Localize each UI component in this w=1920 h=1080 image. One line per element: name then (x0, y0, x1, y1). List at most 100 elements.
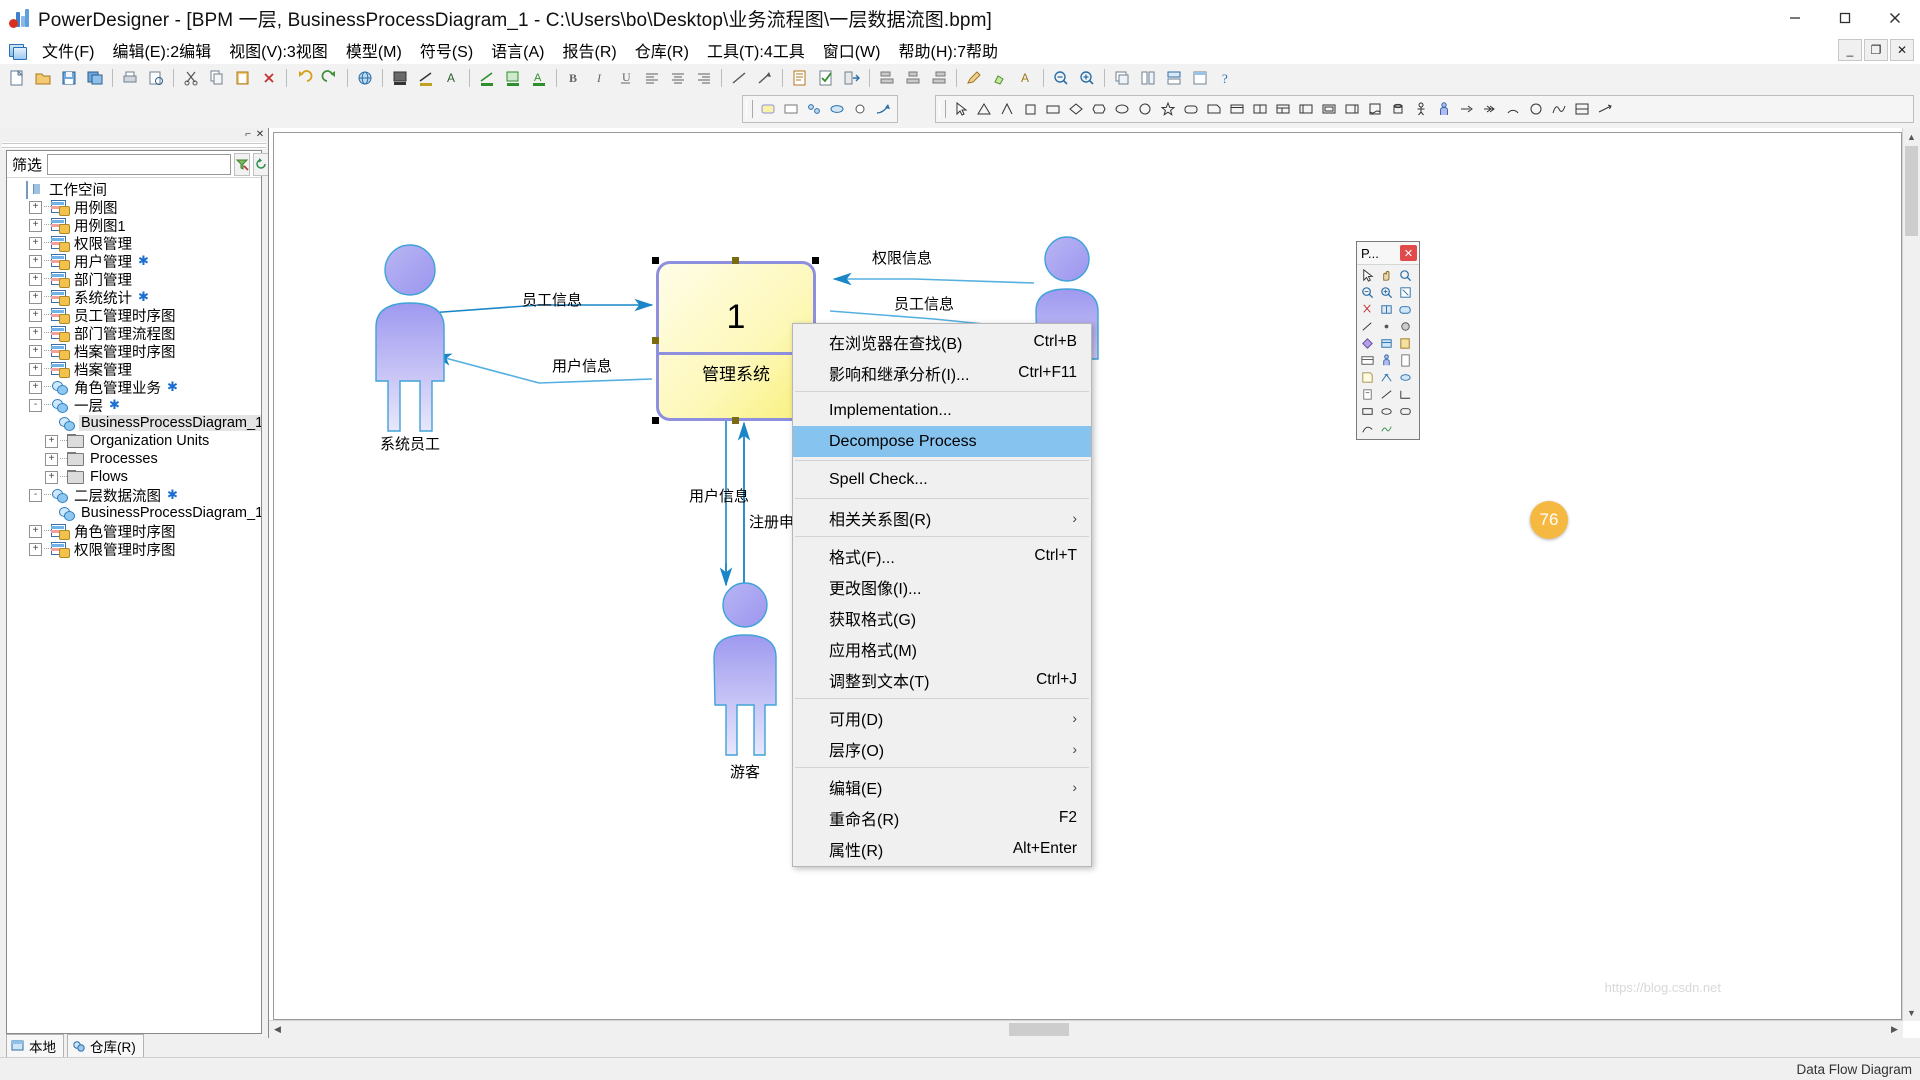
tree-item[interactable]: +用户管理✱ (7, 252, 261, 270)
copy-icon[interactable] (205, 66, 229, 90)
free-draw-icon[interactable] (1377, 420, 1396, 437)
floating-badge[interactable]: 76 (1530, 501, 1568, 539)
ellipse-icon[interactable] (1396, 369, 1415, 386)
person-icon[interactable] (1377, 352, 1396, 369)
tree-item[interactable]: +部门管理流程图 (7, 324, 261, 342)
tree-item[interactable]: +Processes (7, 450, 261, 468)
tree-item[interactable]: +Organization Units (7, 432, 261, 450)
ellipse-shape-icon[interactable] (1111, 98, 1133, 120)
panel-float-icon[interactable]: ⌐ (242, 129, 254, 141)
highlight-icon[interactable] (988, 66, 1012, 90)
arrow-tool-icon[interactable] (753, 66, 777, 90)
pointer-icon[interactable] (1358, 267, 1377, 284)
curve-icon[interactable] (1358, 420, 1377, 437)
tree-expander-icon[interactable]: + (45, 435, 58, 448)
shapes-palette-grip[interactable] (939, 100, 946, 118)
paste-icon[interactable] (231, 66, 255, 90)
context-menu-item[interactable]: 调整到文本(T)Ctrl+J (793, 664, 1091, 695)
canvas-vertical-scrollbar[interactable]: ▲ ▼ (1902, 128, 1920, 1021)
grid-icon[interactable] (1377, 301, 1396, 318)
tree-item[interactable]: +档案管理 (7, 360, 261, 378)
undo-icon[interactable] (292, 66, 316, 90)
tree-expander-icon[interactable]: + (29, 291, 42, 304)
model-report-icon[interactable] (788, 66, 812, 90)
org-unit-icon[interactable] (1377, 335, 1396, 352)
menu-language[interactable]: 语言(A) (482, 36, 553, 64)
context-menu-item[interactable]: 层序(O)› (793, 733, 1091, 764)
tree-expander-icon[interactable]: + (29, 201, 42, 214)
dot-icon[interactable] (1377, 318, 1396, 335)
tree-item[interactable]: +权限管理时序图 (7, 540, 261, 558)
tree-expander-icon[interactable]: + (29, 219, 42, 232)
oval-shape-icon[interactable] (1525, 98, 1547, 120)
line-icon[interactable] (1377, 386, 1396, 403)
context-menu-item[interactable]: 在浏览器在查找(B)Ctrl+B (793, 326, 1091, 357)
menu-help[interactable]: 帮助(H):7帮助 (889, 36, 1007, 64)
selection-handle-ne[interactable] (812, 257, 819, 264)
split-shape-icon[interactable] (1249, 98, 1271, 120)
scroll-down-icon[interactable]: ▼ (1903, 1004, 1920, 1021)
tree-expander-icon[interactable]: + (29, 345, 42, 358)
new-icon[interactable] (5, 66, 29, 90)
cut-icon[interactable] (1358, 301, 1377, 318)
zoom-icon[interactable] (1396, 267, 1415, 284)
pointer-icon[interactable] (950, 98, 972, 120)
tree-item[interactable]: -一层✱ (7, 396, 261, 414)
triangle-shape-icon[interactable] (973, 98, 995, 120)
delete-icon[interactable] (257, 66, 281, 90)
align-right-icon[interactable] (692, 66, 716, 90)
globe-icon[interactable] (353, 66, 377, 90)
open-icon[interactable] (31, 66, 55, 90)
cut-icon[interactable] (179, 66, 203, 90)
palette-grip[interactable] (746, 100, 753, 118)
mdi-minimize-button[interactable]: _ (1838, 39, 1862, 61)
align-center-icon[interactable] (666, 66, 690, 90)
fill-style-icon[interactable] (501, 66, 525, 90)
tree-expander-icon[interactable]: + (29, 273, 42, 286)
selection-handle-nw[interactable] (652, 257, 659, 264)
resource-shape-icon[interactable] (780, 98, 802, 120)
pen-style-icon[interactable] (475, 66, 499, 90)
line-color-icon[interactable] (414, 66, 438, 90)
rounded-rect-shape-icon[interactable] (1180, 98, 1202, 120)
actor-shape-icon[interactable] (1410, 98, 1432, 120)
text-tool-icon[interactable]: A (1014, 66, 1038, 90)
zoom-out-icon[interactable] (1049, 66, 1073, 90)
align-objects-left-icon[interactable] (875, 66, 899, 90)
save-icon[interactable] (57, 66, 81, 90)
circle-icon[interactable] (1396, 318, 1415, 335)
tree-item[interactable]: +员工管理时序图 (7, 306, 261, 324)
panel-drag-grip[interactable] (2, 142, 266, 149)
page-icon[interactable] (1358, 386, 1377, 403)
actor-guest[interactable] (702, 581, 788, 761)
tree-item[interactable]: +用例图1 (7, 216, 261, 234)
line-tool-icon[interactable] (727, 66, 751, 90)
pen-icon[interactable] (962, 66, 986, 90)
group-shape-icon[interactable] (1341, 98, 1363, 120)
menu-tools[interactable]: 工具(T):4工具 (698, 36, 814, 64)
rect-icon[interactable] (1358, 403, 1377, 420)
context-menu-item[interactable]: 相关关系图(R)› (793, 502, 1091, 533)
redo-icon[interactable] (318, 66, 342, 90)
menu-view[interactable]: 视图(V):3视图 (220, 36, 337, 64)
diamond-icon[interactable] (1358, 335, 1377, 352)
window-cascade-icon[interactable] (1110, 66, 1134, 90)
scroll-left-icon[interactable]: ◀ (269, 1021, 286, 1038)
context-menu-item[interactable]: 获取格式(G) (793, 602, 1091, 633)
context-menu-item[interactable]: 更改图像(I)... (793, 571, 1091, 602)
scroll-up-icon[interactable]: ▲ (1903, 128, 1920, 145)
menu-repository[interactable]: 仓库(R) (626, 36, 698, 64)
doc-icon[interactable] (1396, 352, 1415, 369)
canvas-horizontal-scrollbar[interactable]: ◀ ▶ (269, 1020, 1903, 1038)
underline-icon[interactable]: U (614, 66, 638, 90)
tree-item[interactable]: +角色管理时序图 (7, 522, 261, 540)
new-window-icon[interactable] (1188, 66, 1212, 90)
selection-handle-n[interactable] (732, 257, 739, 264)
italic-icon[interactable]: I (588, 66, 612, 90)
palette-close-icon[interactable]: ✕ (1400, 245, 1417, 261)
browser-tree[interactable]: 工作空间+用例图+用例图1+权限管理+用户管理✱+部门管理+系统统计✱+员工管理… (7, 178, 261, 1033)
context-menu-item[interactable]: 重命名(R)F2 (793, 802, 1091, 833)
tree-item[interactable]: +角色管理业务✱ (7, 378, 261, 396)
selection-handle-sw[interactable] (652, 417, 659, 424)
align-objects-right-icon[interactable] (927, 66, 951, 90)
